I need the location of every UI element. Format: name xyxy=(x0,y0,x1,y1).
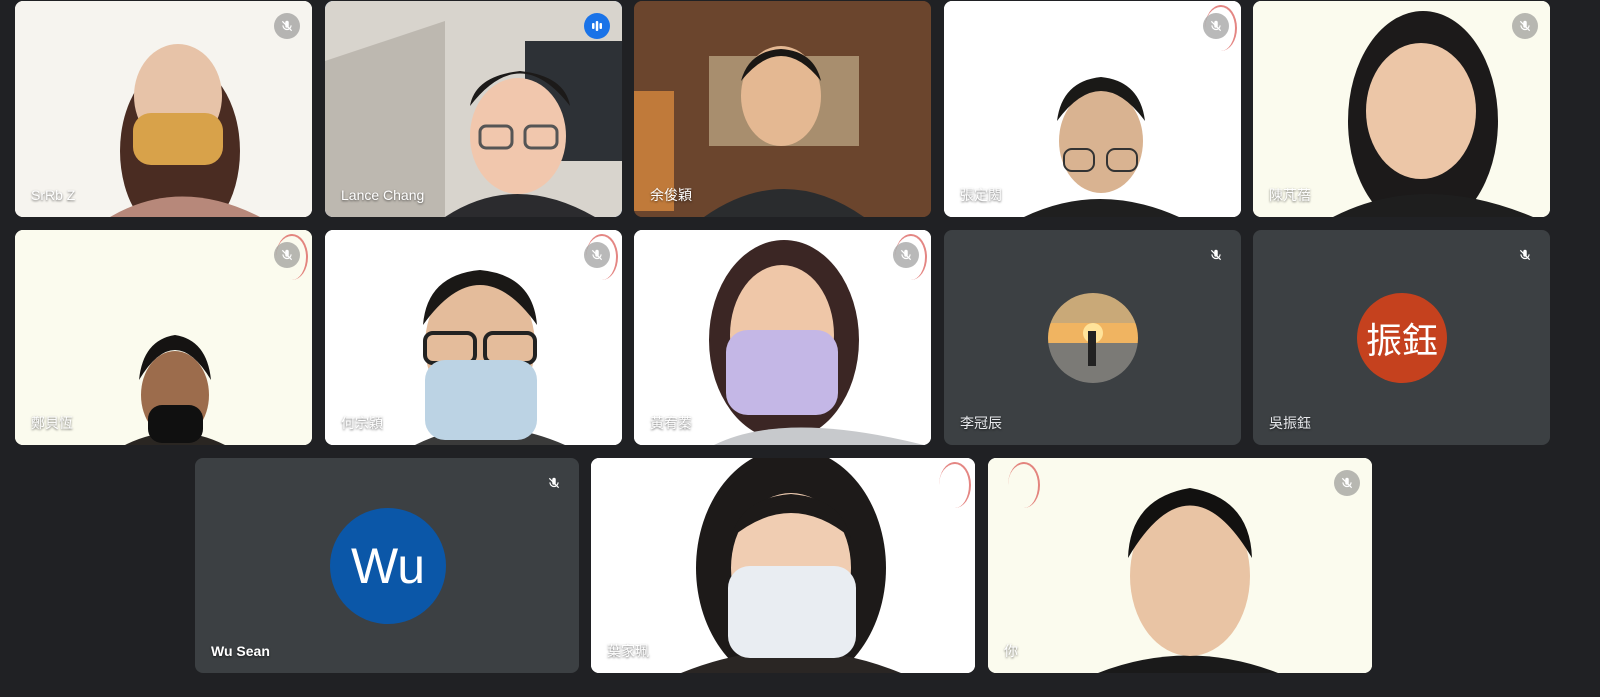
participant-tile-6[interactable]: 鄭貝恆 xyxy=(15,230,312,445)
participant-avatar: Wu xyxy=(330,508,446,624)
audio-level-icon xyxy=(584,13,610,39)
participant-name: 陳芃蓓 xyxy=(1269,187,1311,203)
participant-tile-9[interactable]: 李冠辰 xyxy=(944,230,1241,445)
participant-name: 鄭貝恆 xyxy=(31,415,73,431)
mic-off-icon xyxy=(274,242,300,268)
participant-name: 葉家珮 xyxy=(607,643,649,659)
mic-off-icon xyxy=(274,13,300,39)
participant-video xyxy=(634,1,931,217)
club-logo xyxy=(939,462,971,508)
participant-tile-wu-sean[interactable]: Wu Wu Sean xyxy=(195,458,579,673)
participant-video xyxy=(1253,1,1550,217)
mic-off-icon xyxy=(893,242,919,268)
participant-name: Lance Chang xyxy=(341,187,425,203)
participant-name: 黃宥蓁 xyxy=(650,415,692,431)
participant-name: 你 xyxy=(1004,643,1018,659)
participant-video xyxy=(591,458,975,673)
mic-off-icon xyxy=(1334,470,1360,496)
participant-name: 何宗穎 xyxy=(341,415,383,431)
participant-tile-10[interactable]: 振鈺 吳振鈺 xyxy=(1253,230,1550,445)
participant-tile-12[interactable]: 葉家珮 xyxy=(591,458,975,673)
participant-tile-8[interactable]: 黃宥蓁 xyxy=(634,230,931,445)
participant-name: 吳振鈺 xyxy=(1269,415,1311,431)
mic-off-icon xyxy=(1203,242,1229,268)
participant-video xyxy=(944,1,1241,217)
participant-tile-srrb-z[interactable]: SrRb Z xyxy=(15,1,312,217)
mic-off-icon xyxy=(584,242,610,268)
participant-tile-5[interactable]: 陳芃蓓 xyxy=(1253,1,1550,217)
participant-avatar: 振鈺 xyxy=(1357,293,1447,383)
participant-tile-4[interactable]: 張定閎 xyxy=(944,1,1241,217)
participant-video xyxy=(988,458,1372,673)
participant-tile-3[interactable]: 余俊穎 xyxy=(634,1,931,217)
avatar-initials: Wu xyxy=(350,538,426,594)
participant-name: Wu Sean xyxy=(211,643,270,659)
participant-video xyxy=(15,1,312,217)
participant-tile-self[interactable]: 你 xyxy=(988,458,1372,673)
club-logo xyxy=(1008,462,1040,508)
participant-name: SrRb Z xyxy=(31,187,76,203)
participant-video xyxy=(15,230,312,445)
mic-off-icon xyxy=(1512,242,1538,268)
mic-off-icon xyxy=(541,470,567,496)
participant-name: 張定閎 xyxy=(960,187,1002,203)
participant-video xyxy=(634,230,931,445)
avatar-initials: 振鈺 xyxy=(1365,320,1438,361)
participant-name: 李冠辰 xyxy=(960,415,1002,431)
mic-off-icon xyxy=(1512,13,1538,39)
participant-video xyxy=(325,1,622,217)
participant-tile-lance-chang[interactable]: Lance Chang xyxy=(325,1,622,217)
participant-tile-7[interactable]: 何宗穎 xyxy=(325,230,622,445)
participant-name: 余俊穎 xyxy=(650,187,692,203)
participant-video xyxy=(325,230,622,445)
participant-avatar xyxy=(1048,293,1138,383)
mic-off-icon xyxy=(1203,13,1229,39)
